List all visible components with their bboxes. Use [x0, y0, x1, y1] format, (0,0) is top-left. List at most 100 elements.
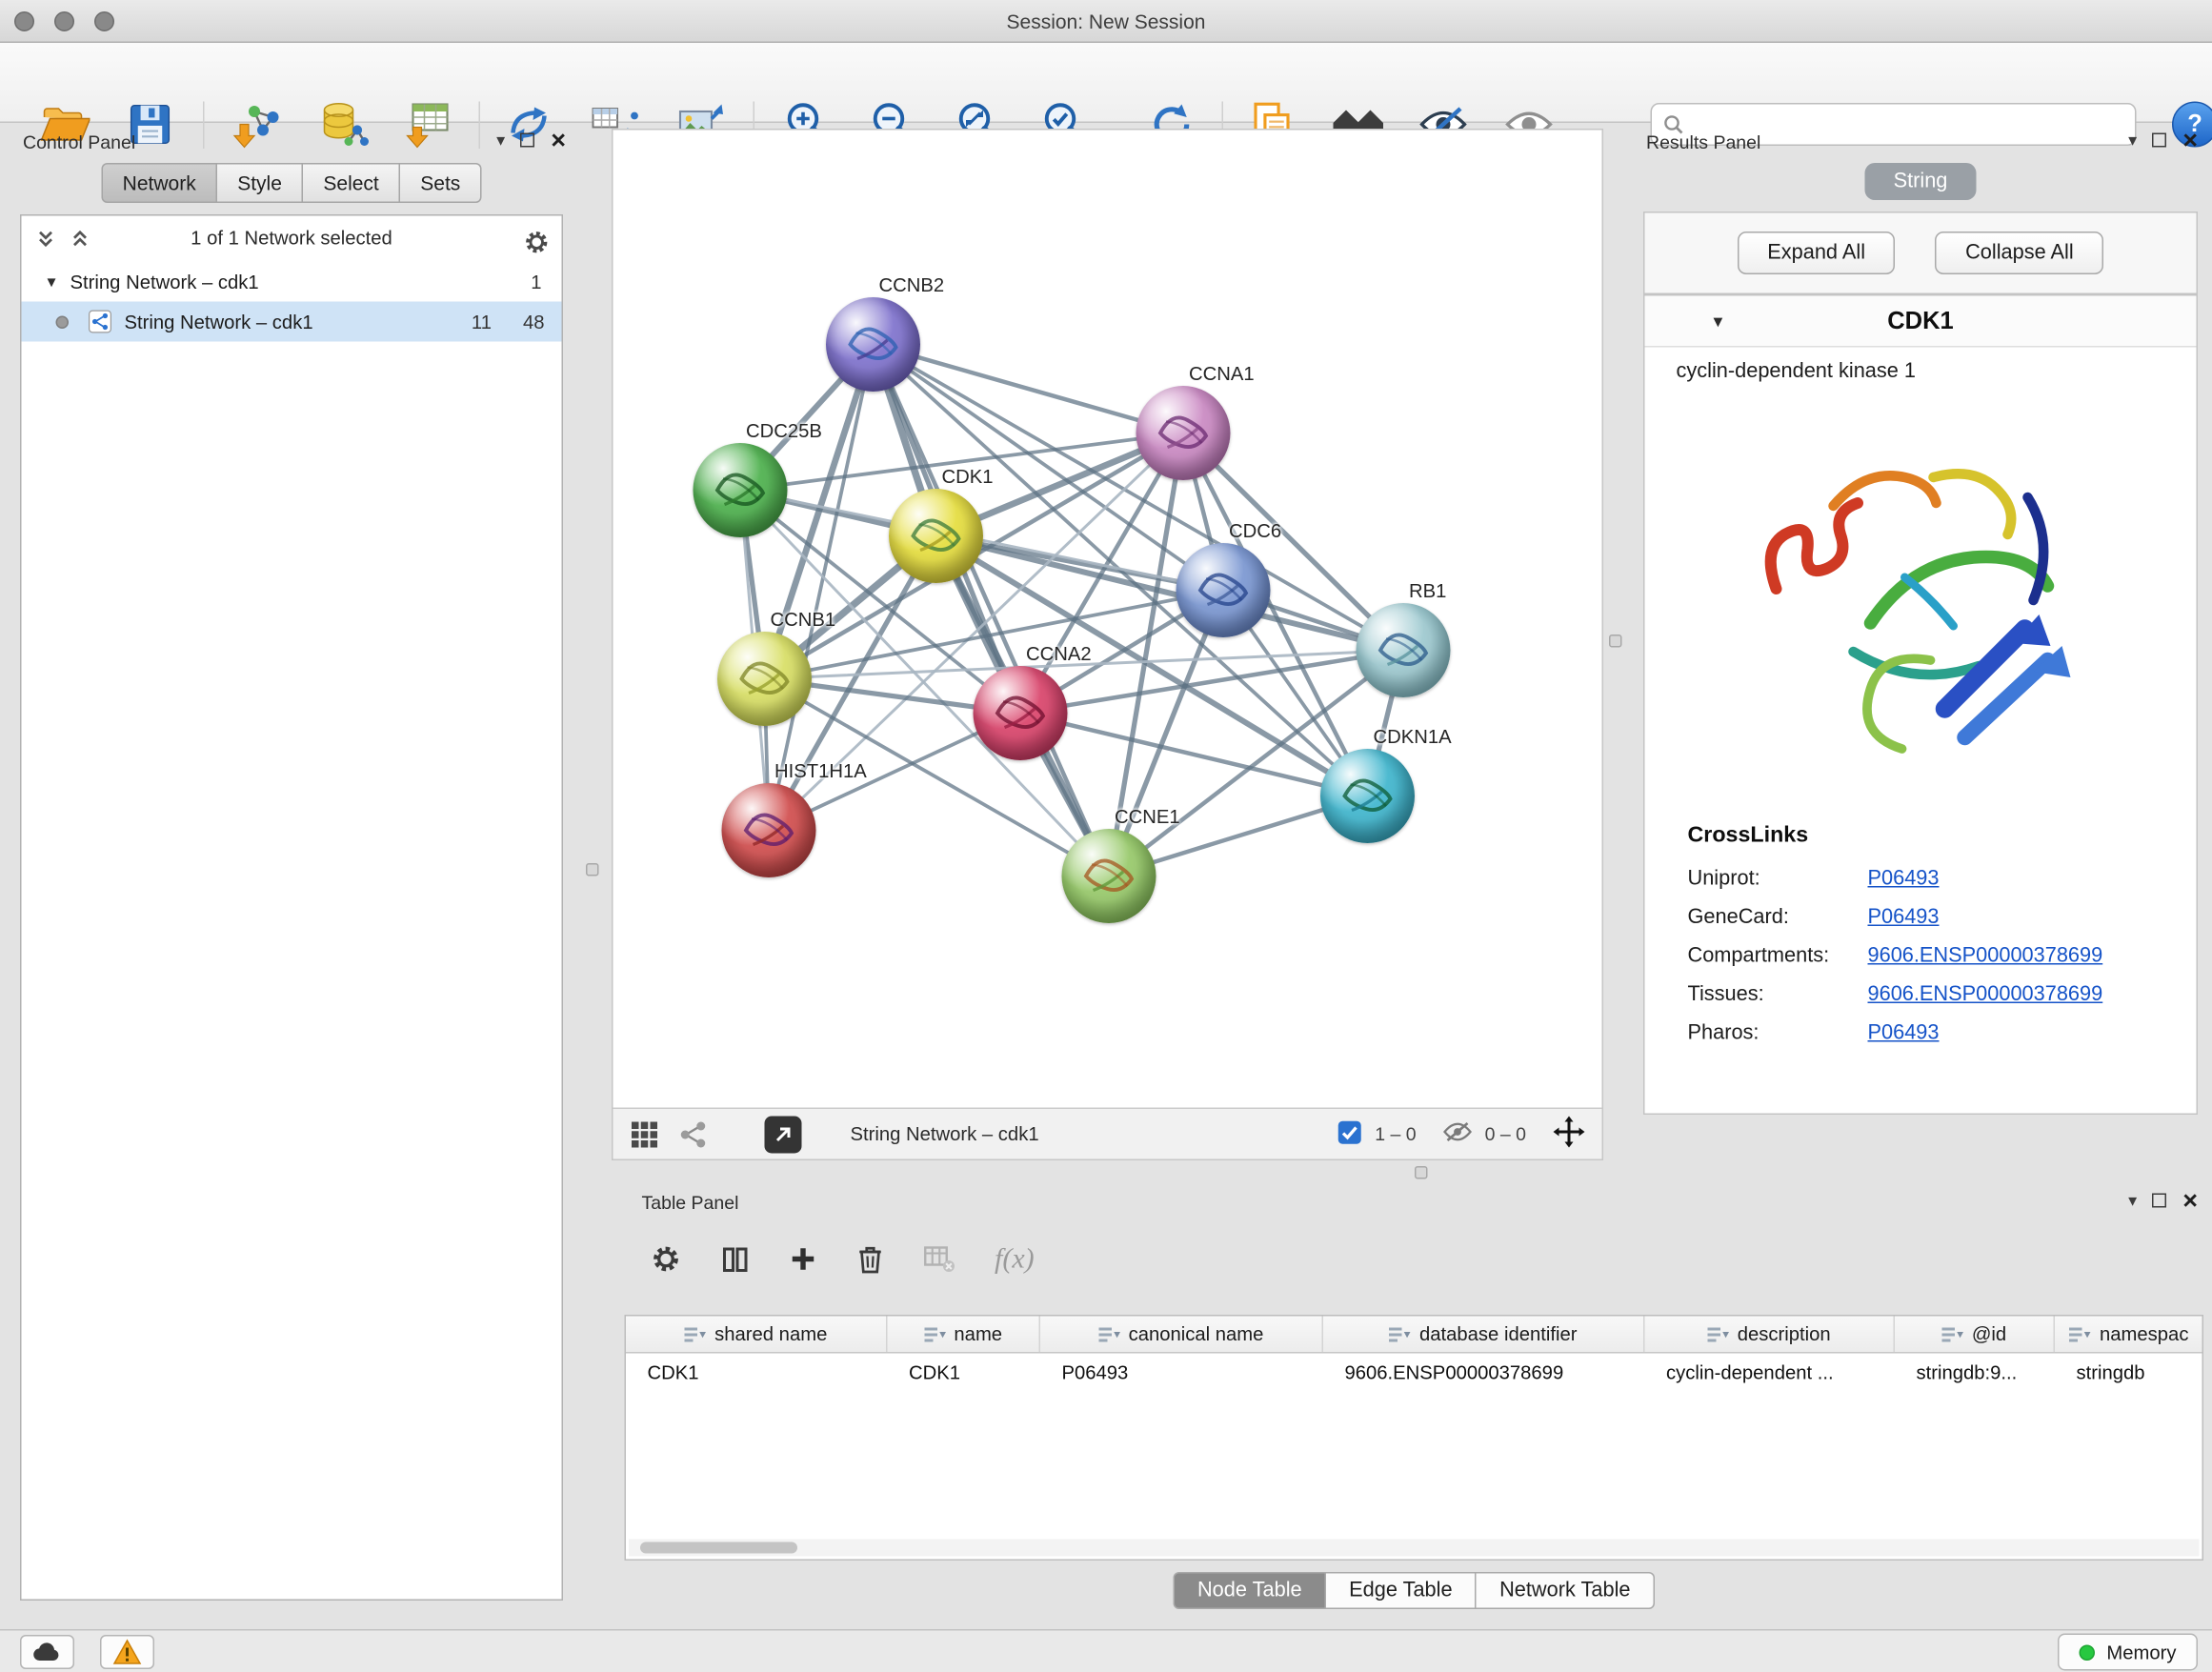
network-node-ccne1[interactable]: [1062, 829, 1156, 923]
panel-close-icon[interactable]: ×: [2182, 1191, 2198, 1211]
column-header-namespac[interactable]: namespac: [2055, 1317, 2203, 1353]
panel-float-icon[interactable]: ▾: [2128, 1191, 2137, 1211]
protein-texture-image: [717, 632, 812, 726]
column-header--id[interactable]: @id: [1895, 1317, 2055, 1353]
crosslink-value-link[interactable]: P06493: [1868, 1022, 1940, 1045]
string-tab[interactable]: String: [1638, 163, 2203, 200]
panel-maximize-icon[interactable]: [2153, 1194, 2167, 1208]
disclosure-triangle-icon[interactable]: ▾: [48, 272, 56, 292]
network-collection-row[interactable]: ▾ String Network – cdk1 1: [22, 262, 562, 302]
titlebar: Session: New Session: [0, 0, 2212, 43]
panel-maximize-icon[interactable]: [2153, 133, 2167, 148]
tab-select[interactable]: Select: [303, 163, 400, 203]
tab-style[interactable]: Style: [217, 163, 303, 203]
network-node-ccnb2[interactable]: [826, 297, 920, 392]
column-header-name[interactable]: name: [888, 1317, 1041, 1353]
network-node-cdk1[interactable]: [889, 489, 983, 583]
crosslink-row: Pharos:P06493: [1688, 1022, 2197, 1045]
crosslink-label: Pharos:: [1688, 1022, 1868, 1045]
table-cell: P06493: [1040, 1354, 1323, 1393]
tab-node-table[interactable]: Node Table: [1173, 1572, 1326, 1609]
network-overview-button[interactable]: [679, 1119, 708, 1148]
network-node-ccnb1[interactable]: [717, 632, 812, 726]
network-node-hist1h1a[interactable]: [722, 783, 816, 877]
crosslink-value-link[interactable]: 9606.ENSP00000378699: [1868, 945, 2103, 968]
node-label-ccna1: CCNA1: [1189, 363, 1255, 385]
network-row-selected[interactable]: String Network – cdk1 11 48: [22, 302, 562, 342]
panel-close-icon[interactable]: ×: [2182, 131, 2198, 151]
network-node-cdc6[interactable]: [1176, 543, 1271, 637]
network-tree: 1 of 1 Network selected ▾ String Network…: [20, 214, 563, 1601]
cloud-button[interactable]: [20, 1635, 74, 1669]
memory-status-dot: [2080, 1644, 2096, 1661]
tab-sets[interactable]: Sets: [400, 163, 482, 203]
panel-float-icon[interactable]: ▾: [2128, 131, 2137, 151]
network-selection-status: 1 of 1 Network selected: [22, 216, 562, 262]
control-panel-title: Control Panel: [23, 131, 135, 153]
collapse-all-button[interactable]: Collapse All: [1936, 232, 2104, 274]
network-canvas[interactable]: CCNB2CCNA1CDC25BCDK1CDC6RB1CCNB1CCNA2CDK…: [613, 131, 1602, 1108]
detach-view-button[interactable]: [765, 1116, 802, 1153]
protein-texture-image: [1062, 829, 1156, 923]
network-view: CCNB2CCNA1CDC25BCDK1CDC6RB1CCNB1CCNA2CDK…: [612, 129, 1603, 1160]
protein-texture-image: [826, 297, 920, 392]
splitter-handle[interactable]: [1609, 635, 1622, 648]
tab-network-table[interactable]: Network Table: [1477, 1572, 1655, 1609]
network-node-rb1[interactable]: [1357, 603, 1451, 697]
memory-label: Memory: [2106, 1642, 2176, 1663]
panel-close-icon[interactable]: ×: [551, 131, 566, 151]
grid-view-button[interactable]: [631, 1119, 659, 1148]
function-builder-button[interactable]: f(x): [995, 1242, 1035, 1276]
control-panel-tabs: NetworkStyleSelectSets: [11, 163, 572, 203]
crosslinks-section: CrossLinks Uniprot:P06493GeneCard:P06493…: [1645, 789, 2197, 1045]
panel-float-icon[interactable]: ▾: [496, 131, 505, 151]
show-columns-icon[interactable]: [720, 1244, 751, 1275]
memory-button[interactable]: Memory: [2058, 1634, 2198, 1671]
network-node-cdkn1a[interactable]: [1320, 749, 1415, 843]
add-column-plus-icon[interactable]: [789, 1245, 817, 1274]
tab-edge-table[interactable]: Edge Table: [1326, 1572, 1477, 1609]
collection-count: 1: [531, 271, 541, 292]
crosslink-value-link[interactable]: P06493: [1868, 868, 1940, 891]
scrollbar-thumb[interactable]: [640, 1542, 797, 1554]
network-node-ccna1[interactable]: [1136, 386, 1231, 480]
expand-all-button[interactable]: Expand All: [1738, 232, 1896, 274]
hidden-eye-icon[interactable]: [1443, 1122, 1472, 1147]
network-node-cdc25b[interactable]: [694, 443, 788, 537]
move-crosshair-icon[interactable]: [1554, 1117, 1585, 1153]
horizontal-scrollbar[interactable]: [629, 1540, 2200, 1557]
crosslink-value-link[interactable]: P06493: [1868, 906, 1940, 929]
crosslink-value-link[interactable]: 9606.ENSP00000378699: [1868, 983, 2103, 1006]
column-header-database-identifier[interactable]: database identifier: [1323, 1317, 1645, 1353]
node-label-cdc25b: CDC25B: [746, 420, 822, 442]
gear-icon[interactable]: [523, 229, 551, 260]
delete-table-icon[interactable]: [923, 1245, 956, 1274]
table-settings-gear-icon[interactable]: [651, 1243, 682, 1275]
delete-column-trash-icon[interactable]: [856, 1243, 885, 1275]
table-body: CDK1CDK1P064939606.ENSP00000378699cyclin…: [626, 1354, 2202, 1393]
column-header-canonical-name[interactable]: canonical name: [1040, 1317, 1323, 1353]
gene-entry-header[interactable]: ▾ CDK1: [1645, 296, 2197, 348]
panel-maximize-icon[interactable]: [521, 133, 535, 148]
table-row[interactable]: CDK1CDK1P064939606.ENSP00000378699cyclin…: [626, 1354, 2202, 1393]
network-title: String Network – cdk1: [851, 1123, 1039, 1145]
node-label-hist1h1a: HIST1H1A: [774, 760, 867, 782]
node-label-ccnb2: CCNB2: [879, 274, 945, 296]
warnings-button[interactable]: [100, 1635, 154, 1669]
app-window: Session: New Session: [0, 0, 2212, 1671]
splitter-handle[interactable]: [1415, 1166, 1428, 1179]
column-header-description[interactable]: description: [1645, 1317, 1896, 1353]
column-header-shared-name[interactable]: shared name: [626, 1317, 888, 1353]
crosslink-row: Uniprot:P06493: [1688, 868, 2197, 891]
disclosure-triangle-icon[interactable]: ▾: [1714, 310, 1723, 332]
results-panel-title: Results Panel: [1646, 131, 1760, 153]
tab-network[interactable]: Network: [101, 163, 217, 203]
crosslink-label: Tissues:: [1688, 983, 1868, 1006]
selected-count: 1 – 0: [1375, 1123, 1416, 1145]
protein-texture-image: [1176, 543, 1271, 637]
selected-checkbox-icon[interactable]: [1337, 1119, 1362, 1148]
splitter-handle[interactable]: [586, 863, 599, 876]
table-panel-title: Table Panel: [642, 1192, 739, 1214]
node-label-rb1: RB1: [1409, 580, 1446, 602]
network-node-ccna2[interactable]: [974, 666, 1068, 760]
